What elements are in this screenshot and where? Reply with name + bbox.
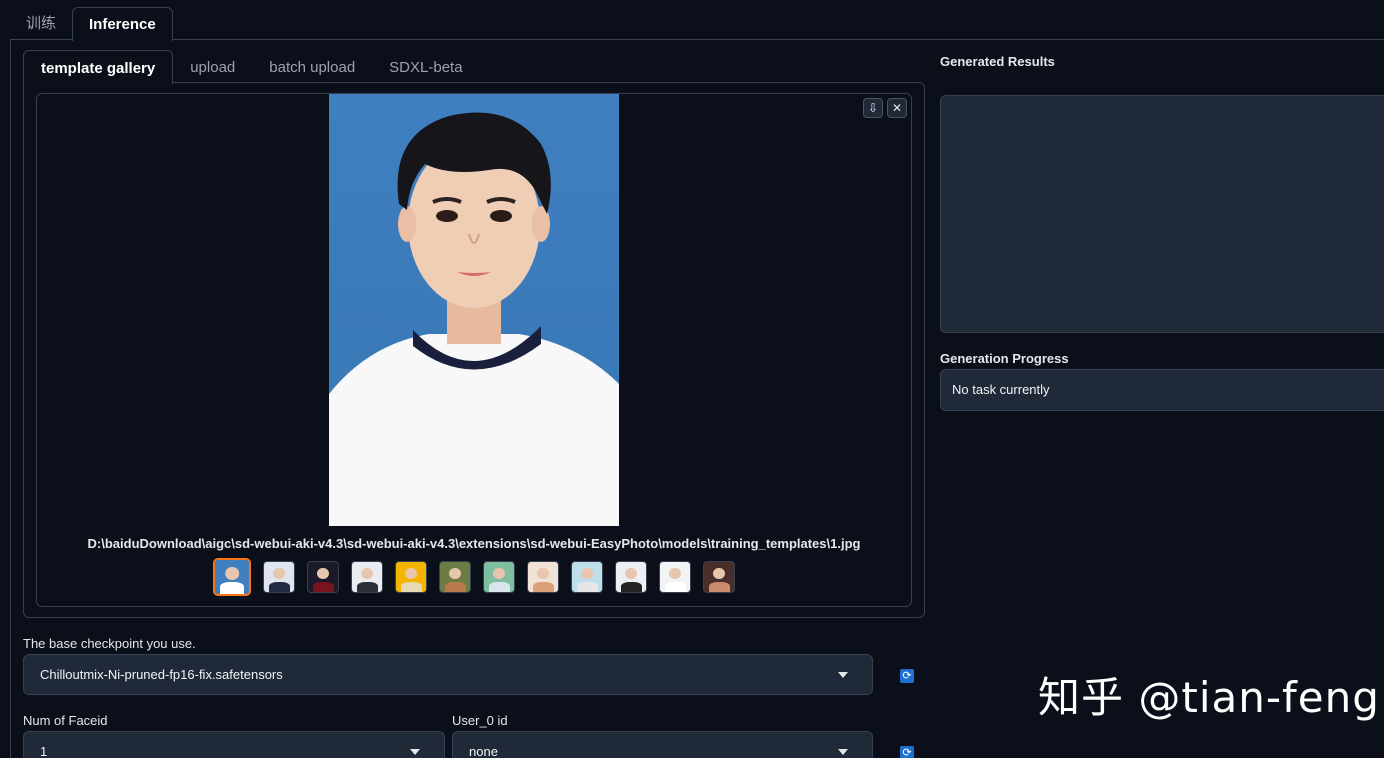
thumbnail-body bbox=[220, 582, 244, 594]
thumbnail-body bbox=[268, 581, 290, 592]
faceid-label: Num of Faceid bbox=[23, 713, 108, 728]
tab-inference[interactable]: Inference bbox=[72, 7, 173, 41]
template-thumbnail[interactable] bbox=[307, 561, 339, 593]
template-thumbnail[interactable] bbox=[395, 561, 427, 593]
template-thumbnail[interactable] bbox=[439, 561, 471, 593]
thumbnail-body bbox=[444, 581, 466, 592]
progress-status-text: No task currently bbox=[952, 382, 1050, 397]
tab-batch-upload[interactable]: batch upload bbox=[252, 50, 372, 83]
thumbnail-body bbox=[576, 581, 598, 592]
generation-progress-box: No task currently bbox=[940, 369, 1384, 411]
chevron-down-icon bbox=[410, 749, 420, 755]
thumbnail-face bbox=[225, 566, 239, 580]
thumbnail-body bbox=[488, 581, 510, 592]
thumbnail-face bbox=[317, 568, 329, 580]
thumbnail-face bbox=[713, 568, 725, 580]
close-icon[interactable]: ✕ bbox=[887, 98, 907, 118]
refresh-user-icon[interactable]: ⟳ bbox=[900, 746, 914, 758]
faceid-dropdown[interactable]: 1 bbox=[23, 731, 445, 758]
chevron-down-icon bbox=[838, 749, 848, 755]
template-thumbnail[interactable] bbox=[615, 561, 647, 593]
image-path-caption: D:\baiduDownload\aigc\sd-webui-aki-v4.3\… bbox=[87, 536, 861, 551]
thumbnail-face bbox=[449, 568, 461, 580]
template-thumbnail[interactable] bbox=[213, 558, 251, 596]
checkpoint-value: Chilloutmix-Ni-pruned-fp16-fix.safetenso… bbox=[40, 667, 283, 682]
thumbnail-body bbox=[532, 581, 554, 592]
user0-value: none bbox=[469, 744, 498, 758]
thumbnail-face bbox=[537, 568, 549, 580]
thumbnail-body bbox=[664, 581, 686, 592]
thumbnail-face bbox=[625, 568, 637, 580]
thumbnail-face bbox=[273, 568, 285, 580]
thumbnail-strip bbox=[213, 558, 735, 596]
chevron-down-icon bbox=[838, 672, 848, 678]
template-thumbnail[interactable] bbox=[483, 561, 515, 593]
download-icon[interactable]: ⇩ bbox=[863, 98, 883, 118]
thumbnail-face bbox=[669, 568, 681, 580]
thumbnail-face bbox=[405, 568, 417, 580]
thumbnail-body bbox=[312, 581, 334, 592]
template-thumbnail[interactable] bbox=[527, 561, 559, 593]
thumbnail-body bbox=[400, 581, 422, 592]
user0-label: User_0 id bbox=[452, 713, 508, 728]
template-thumbnail[interactable] bbox=[351, 561, 383, 593]
sub-tab-bar: template gallery upload batch upload SDX… bbox=[23, 50, 480, 84]
top-tab-bar: 训练 Inference bbox=[10, 7, 173, 41]
tab-upload[interactable]: upload bbox=[173, 50, 252, 83]
tab-training[interactable]: 训练 bbox=[10, 7, 72, 40]
thumbnail-face bbox=[493, 568, 505, 580]
portrait-illustration bbox=[329, 112, 619, 526]
thumbnail-body bbox=[620, 581, 642, 592]
checkpoint-dropdown[interactable]: Chilloutmix-Ni-pruned-fp16-fix.safetenso… bbox=[23, 654, 873, 695]
template-thumbnail[interactable] bbox=[263, 561, 295, 593]
template-thumbnail[interactable] bbox=[703, 561, 735, 593]
faceid-value: 1 bbox=[40, 744, 48, 758]
checkpoint-label: The base checkpoint you use. bbox=[23, 636, 196, 651]
tab-template-gallery[interactable]: template gallery bbox=[23, 50, 174, 84]
thumbnail-face bbox=[361, 568, 373, 580]
thumbnail-body bbox=[356, 581, 378, 592]
thumbnail-face bbox=[581, 568, 593, 580]
template-thumbnail[interactable] bbox=[571, 561, 603, 593]
template-preview-image[interactable] bbox=[329, 94, 619, 526]
generated-results-label: Generated Results bbox=[940, 54, 1055, 69]
watermark: 知乎 @tian-feng bbox=[1038, 673, 1380, 722]
tab-sdxl-beta[interactable]: SDXL-beta bbox=[372, 50, 479, 83]
template-thumbnail[interactable] bbox=[659, 561, 691, 593]
generation-progress-label: Generation Progress bbox=[940, 351, 1069, 366]
generated-results-area bbox=[940, 95, 1384, 333]
thumbnail-body bbox=[708, 581, 730, 592]
user0-dropdown[interactable]: none bbox=[452, 731, 873, 758]
refresh-checkpoint-icon[interactable]: ⟳ bbox=[900, 669, 914, 683]
